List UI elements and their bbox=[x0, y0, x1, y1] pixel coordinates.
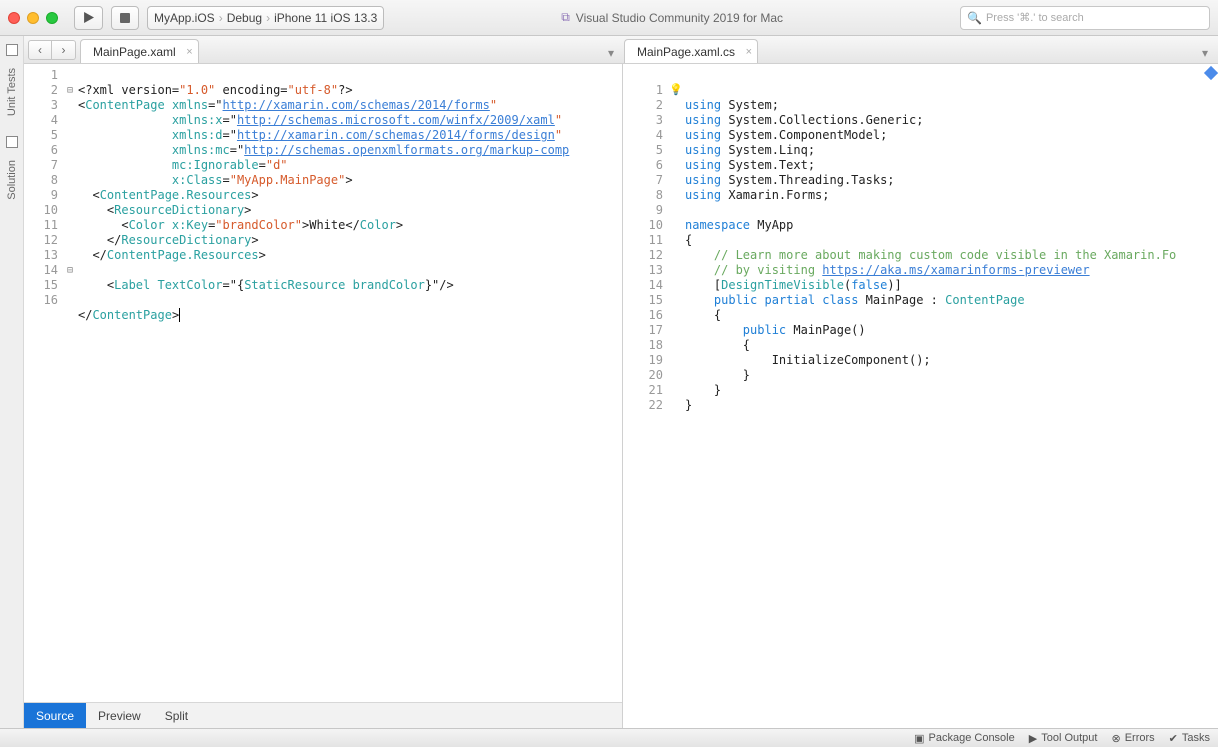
error-icon: ⊗ bbox=[1111, 732, 1120, 745]
search-input[interactable]: 🔍 Press '⌘.' to search bbox=[960, 6, 1210, 30]
minimize-window-button[interactable] bbox=[27, 12, 39, 24]
code-area-right[interactable]: using System; using System.Collections.G… bbox=[683, 64, 1218, 728]
nav-buttons: ‹ › bbox=[28, 40, 76, 60]
search-placeholder: Press '⌘.' to search bbox=[986, 11, 1084, 24]
fold-toggle[interactable]: ⊟ bbox=[64, 263, 76, 278]
unit-tests-tab[interactable]: Unit Tests bbox=[6, 68, 18, 116]
tab-label: MainPage.xaml.cs bbox=[637, 45, 735, 59]
nav-forward-button[interactable]: › bbox=[52, 40, 76, 60]
close-icon[interactable]: × bbox=[186, 46, 192, 58]
play-icon: ▶ bbox=[1029, 732, 1037, 745]
left-tab-row: MainPage.xaml × ▾ bbox=[80, 36, 620, 63]
check-icon: ✔ bbox=[1169, 732, 1178, 745]
stop-icon bbox=[120, 13, 130, 23]
unit-tests-icon[interactable] bbox=[6, 44, 18, 56]
run-config-selector[interactable]: MyApp.iOS › Debug › iPhone 11 iOS 13.3 bbox=[147, 6, 384, 30]
fold-toggle[interactable]: ⊟ bbox=[64, 83, 76, 98]
status-tasks[interactable]: ✔Tasks bbox=[1169, 732, 1210, 745]
solution-tab[interactable]: Solution bbox=[6, 160, 18, 200]
tab-label: MainPage.xaml bbox=[93, 45, 176, 59]
status-errors[interactable]: ⊗Errors bbox=[1111, 732, 1154, 745]
config-crumb: Debug bbox=[227, 11, 262, 25]
fold-column-left: ⊟ ⊟ bbox=[64, 64, 76, 728]
window-controls bbox=[8, 12, 58, 24]
tab-dropdown-right[interactable]: ▾ bbox=[1196, 43, 1214, 63]
status-bar: ▣Package Console ▶Tool Output ⊗Errors ✔T… bbox=[0, 728, 1218, 747]
play-icon bbox=[83, 12, 94, 23]
right-editor-pane: 12345678910111213141516171819202122 💡 us… bbox=[623, 64, 1218, 728]
nav-back-button[interactable]: ‹ bbox=[28, 40, 52, 60]
search-icon: 🔍 bbox=[967, 11, 982, 25]
view-tab-source[interactable]: Source bbox=[24, 703, 86, 728]
status-tool-output[interactable]: ▶Tool Output bbox=[1029, 732, 1098, 745]
view-tab-preview[interactable]: Preview bbox=[86, 703, 153, 728]
tab-mainpage-xaml-cs[interactable]: MainPage.xaml.cs × bbox=[624, 39, 758, 63]
tab-mainpage-xaml[interactable]: MainPage.xaml × bbox=[80, 39, 199, 63]
app-title: ⧉ Visual Studio Community 2019 for Mac bbox=[392, 10, 952, 25]
view-tab-split[interactable]: Split bbox=[153, 703, 200, 728]
solution-icon[interactable] bbox=[6, 136, 18, 148]
zoom-window-button[interactable] bbox=[46, 12, 58, 24]
stop-button[interactable] bbox=[111, 6, 139, 30]
code-area-left[interactable]: <?xml version="1.0" encoding="utf-8"?> <… bbox=[76, 64, 622, 728]
project-crumb: MyApp.iOS bbox=[154, 11, 215, 25]
workspace: ‹ › MainPage.xaml × ▾ MainPage.xaml.cs ×… bbox=[24, 36, 1218, 728]
titlebar: MyApp.iOS › Debug › iPhone 11 iOS 13.3 ⧉… bbox=[0, 0, 1218, 36]
lightbulb-icon[interactable]: 💡 bbox=[669, 83, 683, 96]
tab-dropdown-left[interactable]: ▾ bbox=[602, 43, 620, 63]
left-editor-pane: 12345678910111213141516 ⊟ ⊟ <?xml versio… bbox=[24, 64, 622, 728]
document-toolbar: ‹ › MainPage.xaml × ▾ MainPage.xaml.cs ×… bbox=[24, 36, 1218, 64]
left-tool-strip: Unit Tests Solution bbox=[0, 36, 24, 728]
chevron-right-icon: › bbox=[266, 11, 270, 25]
text-cursor bbox=[179, 308, 180, 322]
vs-logo-icon: ⧉ bbox=[561, 10, 570, 25]
status-package-console[interactable]: ▣Package Console bbox=[914, 732, 1015, 745]
editor-split: 12345678910111213141516 ⊟ ⊟ <?xml versio… bbox=[24, 64, 1218, 728]
chevron-right-icon: › bbox=[219, 11, 223, 25]
console-icon: ▣ bbox=[914, 732, 924, 745]
run-button[interactable] bbox=[74, 6, 103, 30]
line-gutter-left: 12345678910111213141516 bbox=[24, 64, 64, 728]
right-tab-row: MainPage.xaml.cs × ▾ bbox=[624, 36, 1214, 63]
view-tabs: Source Preview Split bbox=[24, 702, 622, 728]
device-crumb: iPhone 11 iOS 13.3 bbox=[274, 11, 377, 25]
close-window-button[interactable] bbox=[8, 12, 20, 24]
line-gutter-right: 12345678910111213141516171819202122 bbox=[623, 64, 669, 728]
close-icon[interactable]: × bbox=[746, 46, 752, 58]
